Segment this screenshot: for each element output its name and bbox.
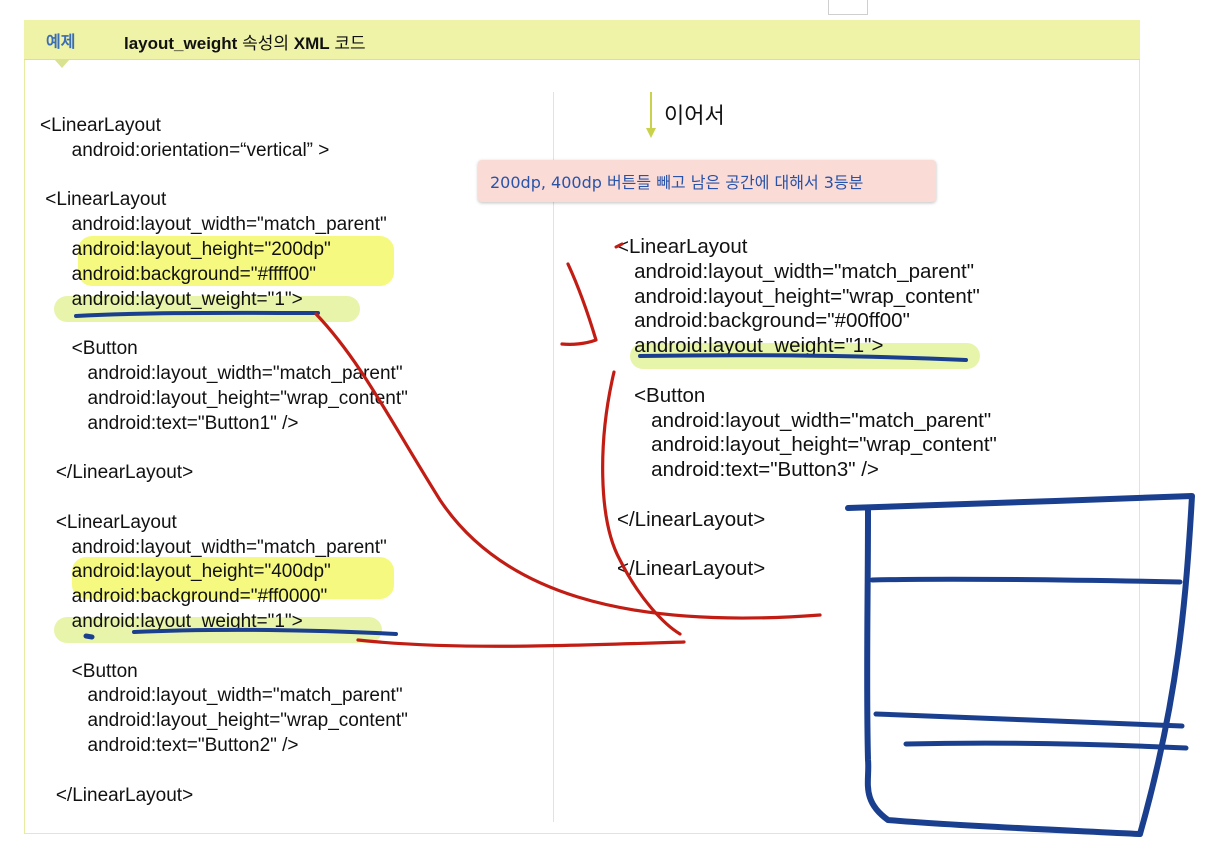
sketch-outline [845,493,1195,837]
red-bracket [560,262,598,346]
sketch-divider-1 [869,576,1183,585]
underline-weight-left-1 [74,310,320,318]
ink-annotation-layer [74,242,1195,837]
red-vertical [601,370,682,636]
sketch-divider-2 [873,711,1185,729]
red-curve-lower [356,638,686,648]
red-curve-upper [314,312,822,620]
underline-weight-left-2 [132,627,398,636]
red-tick [614,242,624,249]
underline-weight-right [638,353,968,362]
ink-dot [83,633,95,640]
sketch-divider-3 [903,740,1189,751]
